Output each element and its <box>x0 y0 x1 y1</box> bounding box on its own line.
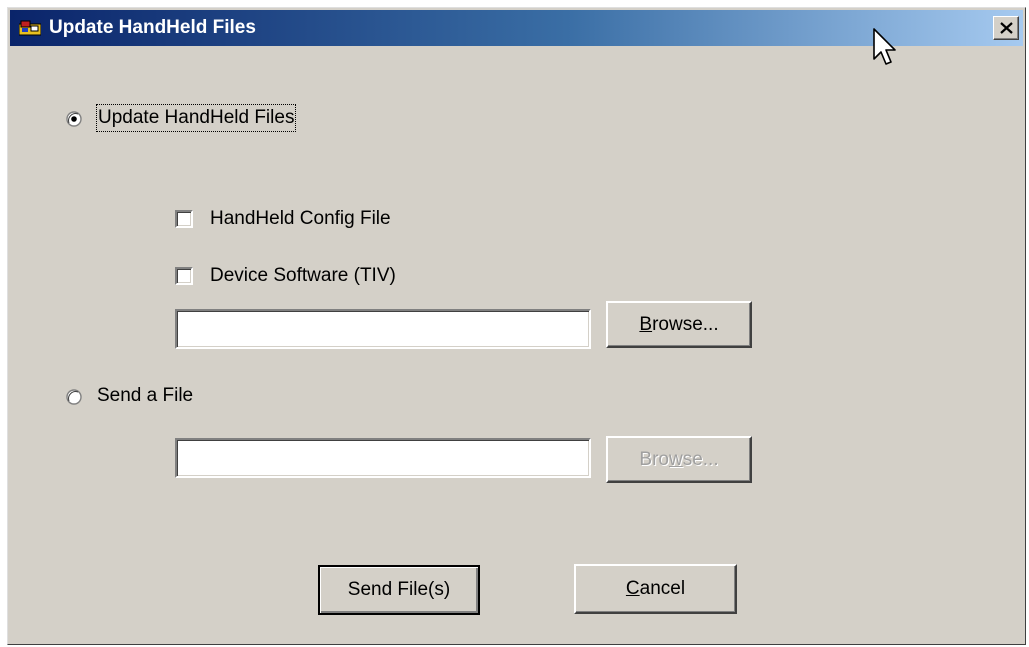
browse-send-label-end: se... <box>682 448 719 470</box>
send-files-button[interactable]: Send File(s) <box>318 565 480 615</box>
send-file-radio[interactable] <box>66 389 82 405</box>
cancel-mnemonic: C <box>625 578 640 599</box>
cancel-button[interactable]: Cancel <box>574 564 737 614</box>
browse-update-label-end: rowse... <box>652 313 719 335</box>
send-file-path-input[interactable] <box>175 438 591 478</box>
mouse-cursor-icon <box>873 28 896 65</box>
config-file-checkbox[interactable] <box>175 210 193 228</box>
close-button[interactable] <box>993 16 1019 40</box>
send-file-radio-label[interactable]: Send a File <box>97 384 193 408</box>
app-icon <box>19 20 41 36</box>
update-files-radio-label[interactable]: Update HandHeld Files <box>95 104 297 132</box>
browse-update-mnemonic: B <box>639 313 653 335</box>
browse-send-label-start: Bro <box>639 448 669 470</box>
close-icon <box>1000 22 1013 34</box>
browse-send-button[interactable]: Bro w se... <box>606 436 752 483</box>
browse-update-button[interactable]: Browse... <box>606 301 752 348</box>
window-title: Update HandHeld Files <box>49 17 256 38</box>
update-files-radio[interactable] <box>66 111 82 127</box>
device-software-label[interactable]: Device Software (TIV) <box>210 264 396 288</box>
browse-send-mnemonic: w <box>668 448 683 470</box>
update-file-path-input[interactable] <box>175 309 591 349</box>
cancel-label-end: ancel <box>639 578 686 599</box>
config-file-label[interactable]: HandHeld Config File <box>210 207 391 231</box>
update-handheld-dialog: Update HandHeld Files Update HandHeld Fi… <box>7 7 1026 645</box>
send-files-label: Send File(s) <box>347 579 451 600</box>
device-software-checkbox[interactable] <box>175 267 193 285</box>
